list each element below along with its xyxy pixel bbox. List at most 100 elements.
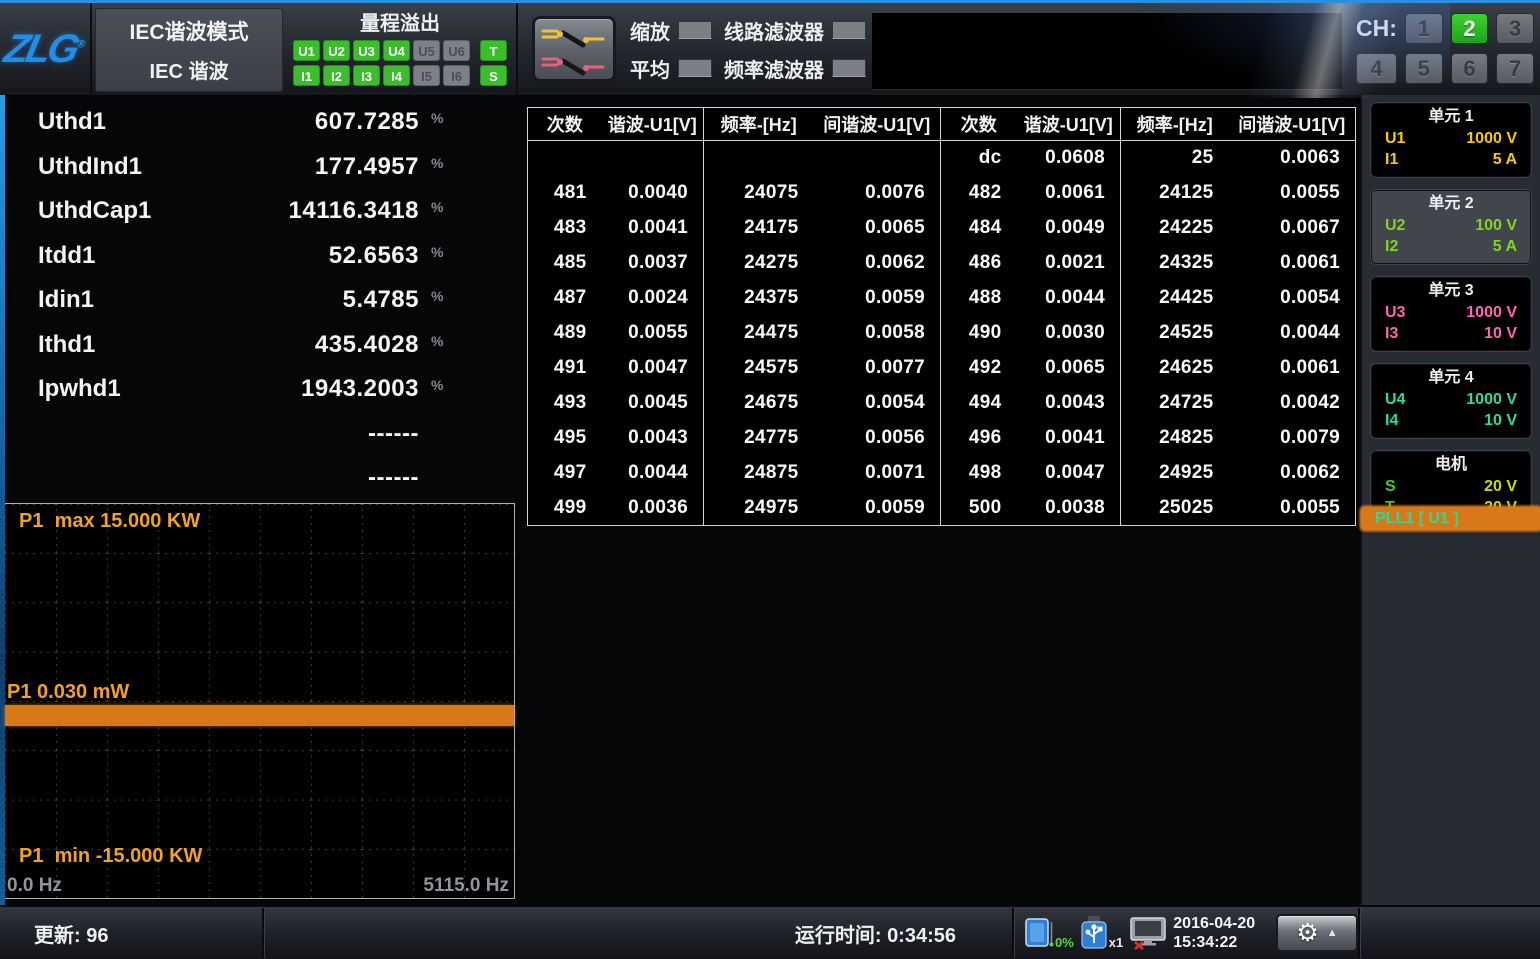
table-cell: 0.0021 <box>1017 246 1121 281</box>
harmonic-table-group-2: 频率-[Hz] 间谐波-U1[V] 240750.0076241750.0065… <box>703 107 941 526</box>
unit-panel-4[interactable]: 单元 4U41000 VI410 VSync Src: U1PLL1 [ U1 … <box>1371 364 1531 438</box>
motor-title: 电机 <box>1371 454 1531 476</box>
table-row: 4830.0041 <box>528 211 704 246</box>
datetime-display: 2016-04-20 15:34:22 <box>1173 914 1255 952</box>
unit-panel-2[interactable]: 单元 2U2100 VI25 ASync Src: U1PLL1 [ U1 ] <box>1371 190 1531 264</box>
measurement-value: ------ <box>220 464 419 492</box>
table-cell: 24425 <box>1121 281 1229 316</box>
measurement-value: 607.7285 <box>220 108 419 136</box>
range-indicator-i6: I6 <box>443 65 470 86</box>
table-row: 246250.0061 <box>1121 351 1356 386</box>
channel-label: CH: <box>1356 15 1397 42</box>
chevron-up-icon: ▲ <box>1327 927 1338 939</box>
table-cell: 0.0024 <box>602 281 704 316</box>
unit-panel-3[interactable]: 单元 3U31000 VI310 VSync Src: U1PLL1 [ U1 … <box>1371 277 1531 351</box>
measurement-value: 435.4028 <box>220 331 419 359</box>
table-cell: 0.0044 <box>602 456 704 491</box>
table-row: 248250.0079 <box>1121 421 1356 456</box>
line-filter-label: 线路滤波器 <box>724 16 824 45</box>
harmonic-table: 次数 谐波-U1[V] 4810.00404830.00414850.00374… <box>527 107 1356 526</box>
unit-config-row: I410 V <box>1371 410 1531 431</box>
unit-title: 单元 2 <box>1371 193 1531 215</box>
channel-button-4[interactable]: 4 <box>1356 53 1397 84</box>
line-filter-checkbox[interactable] <box>832 21 866 39</box>
table-cell: 486 <box>941 246 1017 281</box>
zoom-checkbox[interactable] <box>678 21 712 39</box>
freq-filter-checkbox[interactable] <box>832 59 866 77</box>
table-cell: 483 <box>528 211 602 246</box>
measurement-name: Idin1 <box>10 286 220 314</box>
storage-icon <box>1024 916 1054 950</box>
table-row: 4900.0030 <box>941 316 1121 351</box>
table-cell: 0.0061 <box>1229 351 1356 386</box>
table-cell: 0.0059 <box>814 491 941 526</box>
col-harmonic: 谐波-U1[V] <box>602 108 704 141</box>
unit-config-row: U41000 V <box>1371 389 1531 410</box>
table-cell: 482 <box>941 176 1017 211</box>
col-interharmonic: 间谐波-U1[V] <box>814 108 941 141</box>
table-cell: 24475 <box>704 316 814 351</box>
table-cell: 0.0044 <box>1229 316 1356 351</box>
table-cell: 499 <box>528 491 602 526</box>
measurement-unit: % <box>419 333 455 349</box>
table-cell: 485 <box>528 246 602 281</box>
table-row: 250.0063 <box>1121 141 1356 176</box>
table-row: 243250.0061 <box>1121 246 1356 281</box>
wiring-switch-button[interactable] <box>532 16 616 82</box>
table-row: 4960.0041 <box>941 421 1121 456</box>
average-checkbox[interactable] <box>678 59 712 77</box>
table-row: 4910.0047 <box>528 351 704 386</box>
table-row: 240750.0076 <box>704 176 941 211</box>
channel-button-3[interactable]: 3 <box>1496 13 1534 44</box>
table-row: 242750.0062 <box>704 246 941 281</box>
usb-status: x1 <box>1080 916 1123 950</box>
filter-controls: 缩放 线路滤波器 平均 频率滤波器 <box>630 15 868 91</box>
table-cell: 0.0608 <box>1017 141 1121 176</box>
p1-trace-line <box>5 705 514 726</box>
table-row: 4860.0021 <box>941 246 1121 281</box>
mode-tab[interactable]: IEC谐波模式 IEC 谐波 <box>95 8 283 92</box>
range-indicator-u2: U2 <box>323 40 350 61</box>
unit-sidebar: 单元 1U11000 VI15 ASync Src: U1PLL1 [ U1 ]… <box>1360 95 1540 905</box>
channel-button-1[interactable]: 1 <box>1405 13 1443 44</box>
usb-count: x1 <box>1109 935 1123 950</box>
measurement-row: ------ <box>10 456 455 501</box>
channel-button-7[interactable]: 7 <box>1496 53 1534 84</box>
range-indicator-i5: I5 <box>413 65 440 86</box>
channel-button-6[interactable]: 6 <box>1451 53 1489 84</box>
range-indicator-i3: I3 <box>353 65 380 86</box>
harmonic-table-group-1: 次数 谐波-U1[V] 4810.00404830.00414850.00374… <box>527 107 704 526</box>
unit-config-row: I310 V <box>1371 323 1531 344</box>
mode-subtitle: IEC 谐波 <box>150 55 229 84</box>
measurement-unit: % <box>419 110 455 126</box>
table-cell: 493 <box>528 386 602 421</box>
table-cell: 0.0054 <box>814 386 941 421</box>
table-cell: 24125 <box>1121 176 1229 211</box>
table-cell: 0.0055 <box>602 316 704 351</box>
settings-button[interactable]: ⚙ ▲ <box>1276 914 1358 952</box>
channel-selector: CH: 123 4567 <box>1356 13 1534 84</box>
average-label: 平均 <box>630 54 670 83</box>
measurement-value: 177.4957 <box>220 153 419 181</box>
unit-panel-1[interactable]: 单元 1U11000 VI15 ASync Src: U1PLL1 [ U1 ] <box>1371 103 1531 177</box>
measurement-unit: % <box>419 155 455 171</box>
col-order: 次数 <box>941 108 1017 141</box>
channel-button-5[interactable]: 5 <box>1405 53 1443 84</box>
chart-x-start: 0.0 Hz <box>7 875 62 897</box>
table-cell: 487 <box>528 281 602 316</box>
table-cell: 0.0055 <box>1229 176 1356 211</box>
gear-icon: ⚙ <box>1296 921 1318 946</box>
motor-row-s: S20 V <box>1371 476 1531 497</box>
measurement-row: Uthd1607.7285% <box>10 100 455 145</box>
table-row: 5000.0038 <box>941 491 1121 526</box>
range-indicator-u5: U5 <box>413 40 440 61</box>
unit-title: 单元 4 <box>1371 367 1531 389</box>
table-cell: 498 <box>941 456 1017 491</box>
table-cell: 24925 <box>1121 456 1229 491</box>
table-cell: 24675 <box>704 386 814 421</box>
table-cell: 495 <box>528 421 602 456</box>
table-row: 244250.0054 <box>1121 281 1356 316</box>
channel-button-2[interactable]: 2 <box>1451 13 1489 44</box>
time-value: 15:34:22 <box>1173 933 1255 952</box>
table-cell: 484 <box>941 211 1017 246</box>
